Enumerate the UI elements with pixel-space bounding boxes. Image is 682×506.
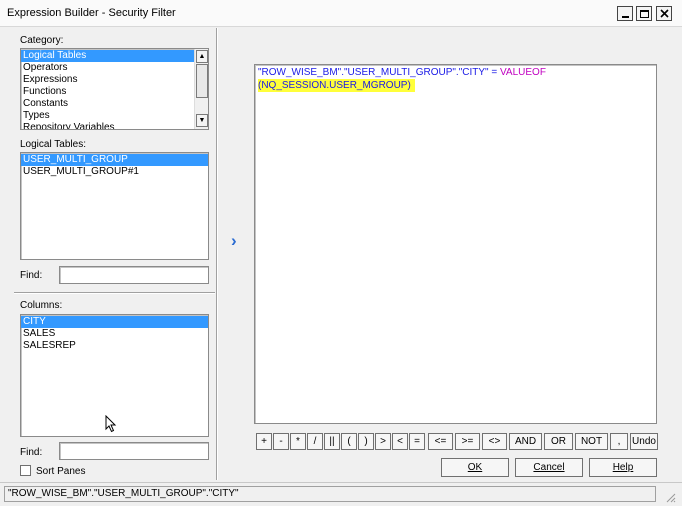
- insert-arrow-icon[interactable]: ›: [231, 232, 237, 249]
- operator-minus-button[interactable]: -: [273, 433, 289, 450]
- maximize-icon: [639, 9, 649, 18]
- category-items: Logical Tables Operators Expressions Fun…: [21, 50, 195, 129]
- status-bar: "ROW_WISE_BM"."USER_MULTI_GROUP"."CITY": [0, 482, 682, 506]
- category-scrollbar[interactable]: ▲ ▼: [194, 49, 208, 129]
- undo-button[interactable]: Undo: [630, 433, 658, 450]
- column-item[interactable]: CITY: [21, 316, 208, 328]
- left-pane-divider[interactable]: [14, 292, 215, 294]
- category-item-logical-tables[interactable]: Logical Tables: [21, 50, 195, 62]
- logical-table-item[interactable]: USER_MULTI_GROUP: [21, 154, 208, 166]
- scroll-thumb[interactable]: [196, 64, 208, 98]
- help-button[interactable]: Help: [589, 458, 657, 477]
- columns-list[interactable]: CITY SALES SALESREP: [20, 314, 209, 437]
- columns-find-input[interactable]: [59, 442, 209, 460]
- sort-panes-checkbox[interactable]: [20, 465, 31, 476]
- expression-editor[interactable]: "ROW_WISE_BM"."USER_MULTI_GROUP"."CITY" …: [254, 64, 657, 424]
- operator-multiply-button[interactable]: *: [290, 433, 306, 450]
- operator-greater-equal-button[interactable]: >=: [455, 433, 480, 450]
- scroll-up-icon: ▲: [198, 53, 206, 60]
- operator-and-button[interactable]: AND: [509, 433, 542, 450]
- logical-table-item[interactable]: USER_MULTI_GROUP#1: [21, 166, 208, 178]
- logical-tables-label: Logical Tables:: [20, 139, 86, 150]
- close-icon: [659, 9, 669, 18]
- maximize-button[interactable]: [636, 6, 652, 21]
- column-item[interactable]: SALES: [21, 328, 208, 340]
- expression-line-1: "ROW_WISE_BM"."USER_MULTI_GROUP"."CITY" …: [258, 67, 653, 79]
- operator-concat-button[interactable]: ||: [324, 433, 340, 450]
- logical-tables-find-label: Find:: [20, 270, 43, 281]
- cancel-button-label: Cancel: [533, 462, 565, 473]
- operator-close-paren-button[interactable]: ): [358, 433, 374, 450]
- operator-comma-button[interactable]: ,: [610, 433, 628, 450]
- help-button-label: Help: [612, 462, 634, 473]
- operator-not-equal-button[interactable]: <>: [482, 433, 507, 450]
- category-item-types[interactable]: Types: [21, 110, 195, 122]
- expression-line-2: (NQ_SESSION.USER_MGROUP): [258, 79, 653, 92]
- mouse-cursor-icon: [105, 415, 117, 433]
- title-bar: Expression Builder - Security Filter: [0, 0, 682, 27]
- scroll-up-button[interactable]: ▲: [196, 50, 208, 63]
- category-label: Category:: [20, 35, 64, 46]
- operator-less-equal-button[interactable]: <=: [428, 433, 453, 450]
- expression-keyword: VALUEOF: [499, 67, 546, 78]
- category-item-functions[interactable]: Functions: [21, 86, 195, 98]
- category-item-constants[interactable]: Constants: [21, 98, 195, 110]
- close-button[interactable]: [656, 6, 672, 21]
- operator-less-button[interactable]: <: [392, 433, 408, 450]
- logical-tables-list[interactable]: USER_MULTI_GROUP USER_MULTI_GROUP#1: [20, 152, 209, 260]
- ok-button[interactable]: OK: [441, 458, 509, 477]
- operator-greater-button[interactable]: >: [375, 433, 391, 450]
- columns-label: Columns:: [20, 300, 63, 311]
- scroll-down-button[interactable]: ▼: [196, 114, 208, 127]
- sort-panes-label: Sort Panes: [36, 466, 86, 477]
- operator-plus-button[interactable]: +: [256, 433, 272, 450]
- expression-part1: "ROW_WISE_BM"."USER_MULTI_GROUP"."CITY" …: [258, 67, 500, 78]
- resize-grip-icon[interactable]: [664, 491, 676, 503]
- cancel-button[interactable]: Cancel: [515, 458, 583, 477]
- category-item-operators[interactable]: Operators: [21, 62, 195, 74]
- operator-or-button[interactable]: OR: [544, 433, 573, 450]
- category-item-repository-variables[interactable]: Repository Variables: [21, 122, 195, 129]
- category-list[interactable]: Logical Tables Operators Expressions Fun…: [20, 48, 209, 130]
- category-item-expressions[interactable]: Expressions: [21, 74, 195, 86]
- operator-divide-button[interactable]: /: [307, 433, 323, 450]
- status-text: "ROW_WISE_BM"."USER_MULTI_GROUP"."CITY": [4, 486, 656, 502]
- logical-tables-find-input[interactable]: [59, 266, 209, 284]
- minimize-icon: [621, 15, 629, 18]
- columns-find-label: Find:: [20, 447, 43, 458]
- minimize-button[interactable]: [617, 6, 633, 21]
- operator-open-paren-button[interactable]: (: [341, 433, 357, 450]
- ok-button-label: OK: [467, 462, 483, 473]
- operator-not-button[interactable]: NOT: [575, 433, 608, 450]
- operator-equals-button[interactable]: =: [409, 433, 425, 450]
- expression-part2: (NQ_SESSION.USER_MGROUP): [258, 79, 415, 92]
- vertical-splitter[interactable]: [216, 28, 218, 480]
- column-item[interactable]: SALESREP: [21, 340, 208, 352]
- scroll-down-icon: ▼: [198, 117, 206, 124]
- window-title: Expression Builder - Security Filter: [7, 7, 176, 19]
